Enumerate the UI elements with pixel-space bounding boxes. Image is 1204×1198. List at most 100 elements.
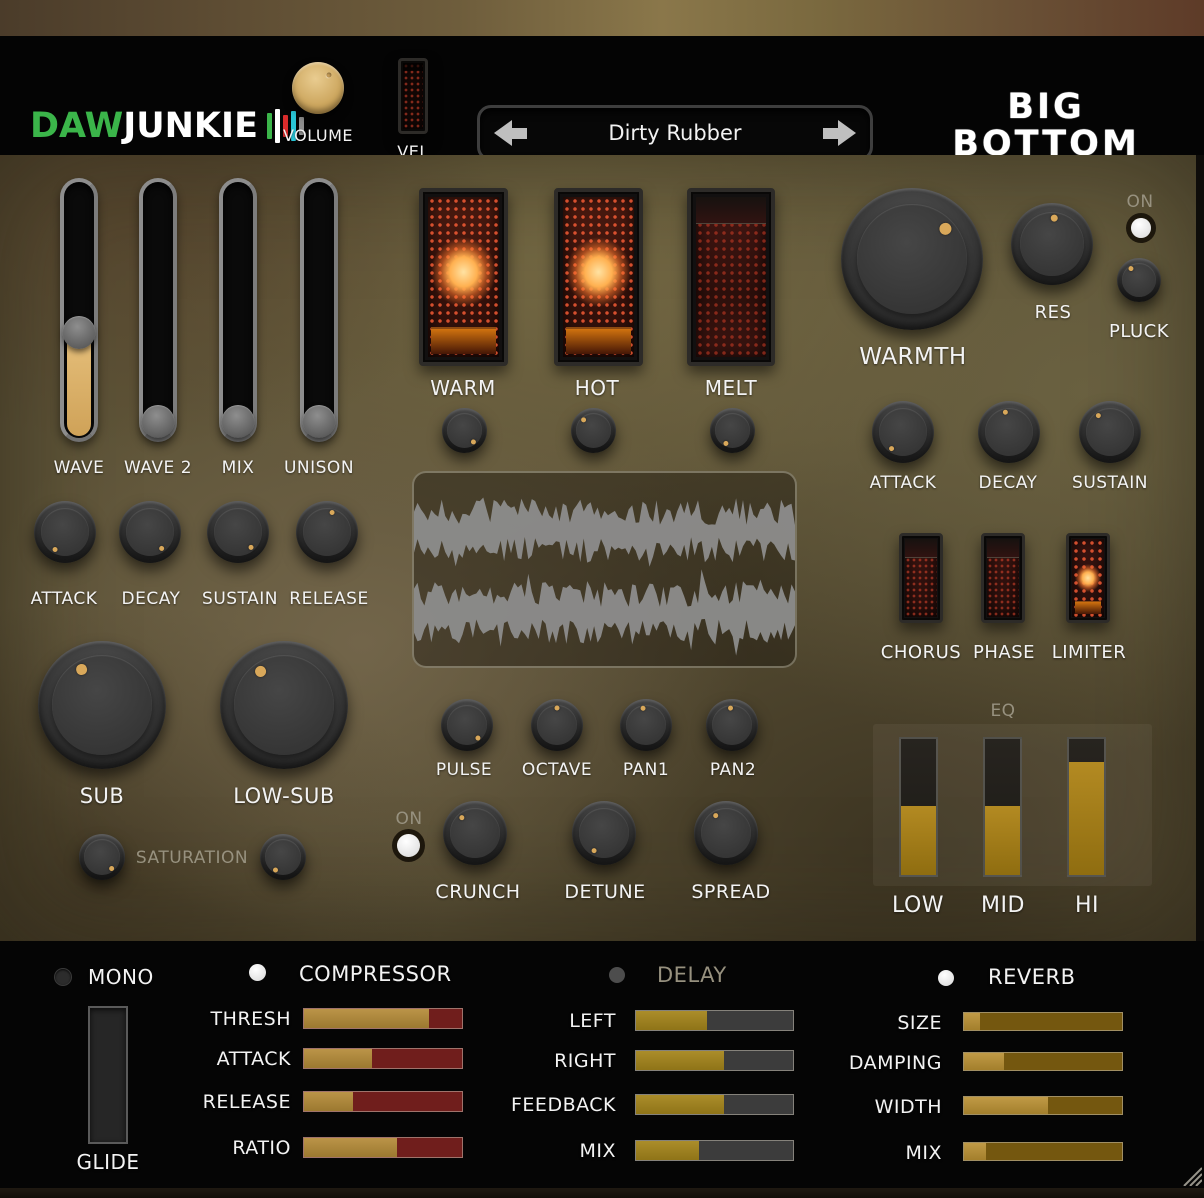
hot-label: HOT: [575, 376, 620, 400]
thresh-slider[interactable]: [303, 1008, 463, 1029]
hot-tube-display: [554, 188, 643, 366]
delay-left-slider[interactable]: [635, 1010, 794, 1031]
preset-name[interactable]: Dirty Rubber: [544, 121, 806, 145]
eq-hi-label: HI: [1075, 893, 1099, 918]
octave-label: OCTAVE: [522, 760, 592, 780]
saturation-knob-1[interactable]: [79, 834, 125, 880]
hot-knob[interactable]: [571, 408, 616, 453]
volume-knob-indicator: [325, 72, 332, 79]
thresh-label: THRESH: [211, 1008, 291, 1030]
pan1-knob[interactable]: [620, 699, 672, 751]
glide-slider[interactable]: [88, 1006, 128, 1144]
amp-decay-knob[interactable]: [119, 501, 181, 563]
reverb-led[interactable]: [938, 970, 954, 986]
pulse-label: PULSE: [436, 760, 492, 780]
feedback-label: FEEDBACK: [511, 1094, 616, 1116]
wave-label: WAVE: [54, 458, 105, 478]
pluck-knob[interactable]: [1117, 258, 1161, 302]
reverb-mix-slider[interactable]: [963, 1142, 1123, 1161]
filter-sustain-knob[interactable]: [1079, 401, 1141, 463]
wave-slider[interactable]: [60, 178, 98, 442]
comp-attack-label: ATTACK: [217, 1048, 291, 1070]
warmth-knob[interactable]: [841, 188, 983, 330]
crunch-on-led[interactable]: [397, 834, 420, 857]
crunch-knob[interactable]: [443, 801, 507, 865]
eq-low-label: LOW: [892, 893, 944, 918]
glide-label: GLIDE: [76, 1150, 139, 1174]
amp-release-knob[interactable]: [296, 501, 358, 563]
pan2-knob[interactable]: [706, 699, 758, 751]
unison-slider-thumb[interactable]: [303, 405, 336, 438]
mono-led[interactable]: [55, 969, 71, 985]
melt-label: MELT: [705, 376, 758, 400]
comp-release-slider[interactable]: [303, 1091, 463, 1112]
preset-prev-arrow-icon[interactable]: [494, 119, 530, 147]
amp-attack-knob[interactable]: [34, 501, 96, 563]
velocity-meter-texture: [403, 63, 423, 129]
wave2-label: WAVE 2: [124, 458, 192, 478]
mix-slider-thumb[interactable]: [222, 405, 255, 438]
velocity-meter: [398, 58, 428, 134]
damping-slider[interactable]: [963, 1052, 1123, 1071]
sub-knob[interactable]: [38, 641, 166, 769]
pluck-on-label: ON: [1126, 192, 1153, 212]
volume-knob[interactable]: [292, 62, 344, 114]
crunch-label: CRUNCH: [435, 881, 520, 903]
compressor-led[interactable]: [249, 964, 266, 981]
waveform-display: [412, 471, 797, 668]
detune-knob[interactable]: [572, 801, 636, 865]
panel-right-edge: [1196, 155, 1204, 941]
mix-label: MIX: [222, 458, 255, 478]
mix-slider[interactable]: [219, 178, 257, 442]
preset-selector[interactable]: Dirty Rubber: [477, 105, 873, 161]
filter-attack-knob[interactable]: [872, 401, 934, 463]
comp-attack-slider[interactable]: [303, 1048, 463, 1069]
background-strip-top: [0, 0, 1204, 36]
eq-hi-fill: [1069, 762, 1104, 875]
big-bottom-plugin-window: DAWJUNKIE VOLUME VEL Dirty Rubber BIG BO…: [0, 0, 1204, 1198]
wave2-slider-thumb[interactable]: [142, 405, 175, 438]
pulse-knob[interactable]: [441, 699, 493, 751]
delay-right-slider[interactable]: [635, 1050, 794, 1071]
width-slider[interactable]: [963, 1096, 1123, 1115]
wave2-slider[interactable]: [139, 178, 177, 442]
delay-mix-label: MIX: [579, 1140, 616, 1162]
resize-handle[interactable]: [1178, 1162, 1202, 1186]
eq-mid-label: MID: [981, 893, 1025, 918]
filter-decay-knob[interactable]: [978, 401, 1040, 463]
filter-attack-label: ATTACK: [870, 473, 937, 493]
eq-low-bar[interactable]: [899, 737, 938, 877]
delay-led[interactable]: [609, 967, 625, 983]
size-slider[interactable]: [963, 1012, 1123, 1031]
saturation-knob-2[interactable]: [260, 834, 306, 880]
warm-knob[interactable]: [442, 408, 487, 453]
octave-knob[interactable]: [531, 699, 583, 751]
phase-toggle[interactable]: [981, 533, 1025, 623]
reverb-mix-label: MIX: [905, 1142, 942, 1164]
sub-label: SUB: [80, 784, 125, 808]
low-sub-knob[interactable]: [220, 641, 348, 769]
melt-knob[interactable]: [710, 408, 755, 453]
spread-knob[interactable]: [694, 801, 758, 865]
unison-slider[interactable]: [300, 178, 338, 442]
warm-tube-display: [419, 188, 508, 366]
logo-junkie-text: JUNKIE: [123, 106, 258, 146]
amp-sustain-knob[interactable]: [207, 501, 269, 563]
eq-mid-bar[interactable]: [983, 737, 1022, 877]
chorus-toggle[interactable]: [899, 533, 943, 623]
pan1-label: PAN1: [623, 760, 669, 780]
pluck-on-led[interactable]: [1131, 218, 1151, 238]
delay-mix-slider[interactable]: [635, 1140, 794, 1161]
crunch-on-label: ON: [395, 809, 422, 829]
filter-decay-label: DECAY: [979, 473, 1038, 493]
preset-next-arrow-icon[interactable]: [820, 119, 856, 147]
wave-slider-thumb[interactable]: [63, 316, 96, 349]
ratio-slider[interactable]: [303, 1137, 463, 1158]
eq-hi-bar[interactable]: [1067, 737, 1106, 877]
melt-tube-display: [687, 188, 775, 366]
feedback-slider[interactable]: [635, 1094, 794, 1115]
res-knob[interactable]: [1011, 203, 1093, 285]
background-strip-bottom: [0, 1188, 1204, 1198]
delay-right-label: RIGHT: [554, 1050, 616, 1072]
limiter-toggle[interactable]: [1066, 533, 1110, 623]
